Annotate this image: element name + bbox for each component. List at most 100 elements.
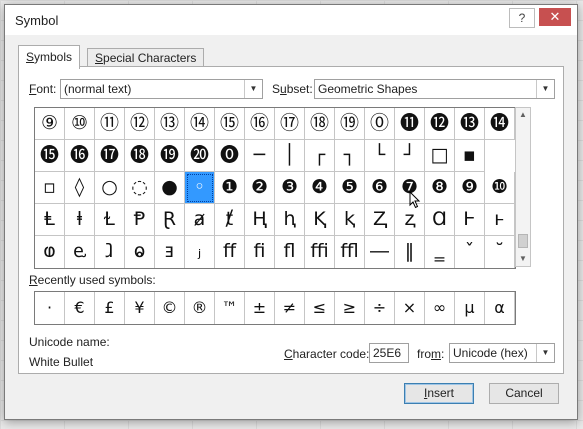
symbol-cell[interactable]: ⑮	[215, 108, 245, 140]
character-code-input[interactable]: 25E6	[369, 343, 409, 363]
recent-symbol-cell[interactable]: £	[95, 292, 125, 324]
symbol-cell[interactable]: ﬃ	[305, 236, 335, 268]
recent-symbol-cell[interactable]: ™	[215, 292, 245, 324]
symbol-cell[interactable]: ┌	[305, 140, 335, 172]
scroll-up-icon[interactable]: ▲	[516, 108, 530, 122]
recent-symbol-cell[interactable]: ≥	[335, 292, 365, 324]
symbol-cell[interactable]: ⱸ	[65, 236, 95, 268]
symbol-cell[interactable]: ‖	[395, 236, 425, 268]
symbol-cell[interactable]: Ɑ	[425, 204, 455, 236]
symbol-cell[interactable]: ﬀ	[215, 236, 245, 268]
symbol-cell[interactable]: ⱺ	[125, 236, 155, 268]
scroll-thumb[interactable]	[518, 234, 528, 248]
recent-symbol-cell[interactable]: ®	[185, 292, 215, 324]
symbol-cell[interactable]: ○	[95, 172, 125, 204]
symbol-cell[interactable]: ┐	[335, 140, 365, 172]
symbol-cell[interactable]: ▫	[35, 172, 65, 204]
symbol-cell[interactable]: ﬁ	[245, 236, 275, 268]
symbol-cell[interactable]: ⱦ	[215, 204, 245, 236]
symbol-cell[interactable]: Ᵽ	[125, 204, 155, 236]
symbol-cell[interactable]: ⱻ	[155, 236, 185, 268]
symbol-cell[interactable]: ⱨ	[275, 204, 305, 236]
symbol-cell[interactable]: ⓮	[485, 108, 515, 140]
symbol-cell[interactable]: ⓪	[365, 108, 395, 140]
symbol-cell[interactable]: ┘	[395, 140, 425, 172]
symbol-cell[interactable]: □	[425, 140, 455, 172]
symbol-cell[interactable]: ⱹ	[95, 236, 125, 268]
close-button[interactable]: ✕	[539, 8, 571, 26]
symbol-cell[interactable]: ﬄ	[335, 236, 365, 268]
font-dropdown[interactable]: (normal text) ▼	[60, 79, 263, 99]
symbol-cell[interactable]: ⓫	[395, 108, 425, 140]
symbol-cell[interactable]: Ⱡ	[35, 204, 65, 236]
symbol-cell[interactable]: ◌	[125, 172, 155, 204]
symbol-cell[interactable]: ❻	[365, 172, 395, 204]
symbol-cell[interactable]: ⓴	[185, 140, 215, 172]
help-button[interactable]: ?	[509, 8, 535, 28]
symbol-cell[interactable]: ―	[365, 236, 395, 268]
symbol-cell[interactable]: ⑱	[305, 108, 335, 140]
symbol-cell[interactable]: ❺	[335, 172, 365, 204]
symbol-cell[interactable]: ⓯	[35, 140, 65, 172]
recent-symbol-cell[interactable]: ∞	[425, 292, 455, 324]
symbol-cell[interactable]: ◦	[185, 172, 215, 204]
chevron-down-icon[interactable]: ▼	[244, 80, 262, 98]
symbol-cell[interactable]: ❶	[215, 172, 245, 204]
chevron-down-icon[interactable]: ▼	[536, 344, 554, 362]
symbol-cell[interactable]: ❾	[455, 172, 485, 204]
symbol-cell[interactable]: ⑰	[275, 108, 305, 140]
symbol-cell[interactable]: ❹	[305, 172, 335, 204]
symbol-cell[interactable]: ⑨	[35, 108, 65, 140]
symbol-cell[interactable]: Ⱶ	[455, 204, 485, 236]
symbol-cell[interactable]: Ⱬ	[365, 204, 395, 236]
symbol-cell[interactable]: ⑫	[125, 108, 155, 140]
symbol-cell[interactable]: ⓭	[455, 108, 485, 140]
symbol-cell[interactable]: ⓿	[215, 140, 245, 172]
symbol-cell[interactable]: ▪	[455, 140, 485, 172]
symbol-cell[interactable]: Ⱪ	[305, 204, 335, 236]
symbol-cell[interactable]: ⓳	[155, 140, 185, 172]
recent-symbol-cell[interactable]: ·	[35, 292, 65, 324]
recent-symbol-cell[interactable]: ÷	[365, 292, 395, 324]
symbol-cell[interactable]: ˇ	[455, 236, 485, 268]
symbol-cell[interactable]: ●	[155, 172, 185, 204]
symbol-cell[interactable]: ⱼ	[185, 236, 215, 268]
symbol-cell[interactable]: ⑩	[65, 108, 95, 140]
symbol-cell[interactable]: ˘	[485, 236, 515, 268]
recent-symbol-cell[interactable]: µ	[455, 292, 485, 324]
symbol-cell[interactable]: ❿	[485, 172, 515, 204]
symbol-cell[interactable]: ⓲	[125, 140, 155, 172]
symbol-cell[interactable]: ‗	[425, 236, 455, 268]
symbol-cell[interactable]: ⱡ	[65, 204, 95, 236]
symbol-cell[interactable]: ⑯	[245, 108, 275, 140]
from-dropdown[interactable]: Unicode (hex) ▼	[449, 343, 555, 363]
symbol-cell[interactable]: ⑲	[335, 108, 365, 140]
symbol-cell[interactable]: ❽	[425, 172, 455, 204]
symbol-cell[interactable]: ⑪	[95, 108, 125, 140]
symbol-cell[interactable]: ─	[245, 140, 275, 172]
recent-symbol-cell[interactable]: ©	[155, 292, 185, 324]
symbol-cell[interactable]: ⱪ	[335, 204, 365, 236]
symbol-cell[interactable]: ⓬	[425, 108, 455, 140]
recent-symbol-cell[interactable]: ¥	[125, 292, 155, 324]
symbol-cell[interactable]: Ɫ	[95, 204, 125, 236]
symbol-cell[interactable]: ⑭	[185, 108, 215, 140]
recent-symbol-cell[interactable]: €	[65, 292, 95, 324]
symbol-cell[interactable]: └	[365, 140, 395, 172]
recent-symbol-cell[interactable]: α	[485, 292, 515, 324]
symbol-cell[interactable]: ❷	[245, 172, 275, 204]
symbol-cell[interactable]: ◊	[65, 172, 95, 204]
symbol-cell[interactable]: ⓰	[65, 140, 95, 172]
symbol-cell[interactable]: ⑬	[155, 108, 185, 140]
recent-symbol-cell[interactable]: ±	[245, 292, 275, 324]
tab-special-characters[interactable]: Special Characters	[87, 48, 205, 68]
grid-scrollbar[interactable]: ▲ ▼	[515, 107, 531, 267]
symbol-cell[interactable]: Ɽ	[155, 204, 185, 236]
symbol-cell[interactable]: ﬂ	[275, 236, 305, 268]
symbol-cell[interactable]: ⱷ	[35, 236, 65, 268]
recent-symbol-cell[interactable]: ≠	[275, 292, 305, 324]
symbol-cell[interactable]: Ⱨ	[245, 204, 275, 236]
symbol-cell[interactable]: ❸	[275, 172, 305, 204]
subset-dropdown[interactable]: Geometric Shapes ▼	[314, 79, 555, 99]
chevron-down-icon[interactable]: ▼	[536, 80, 554, 98]
